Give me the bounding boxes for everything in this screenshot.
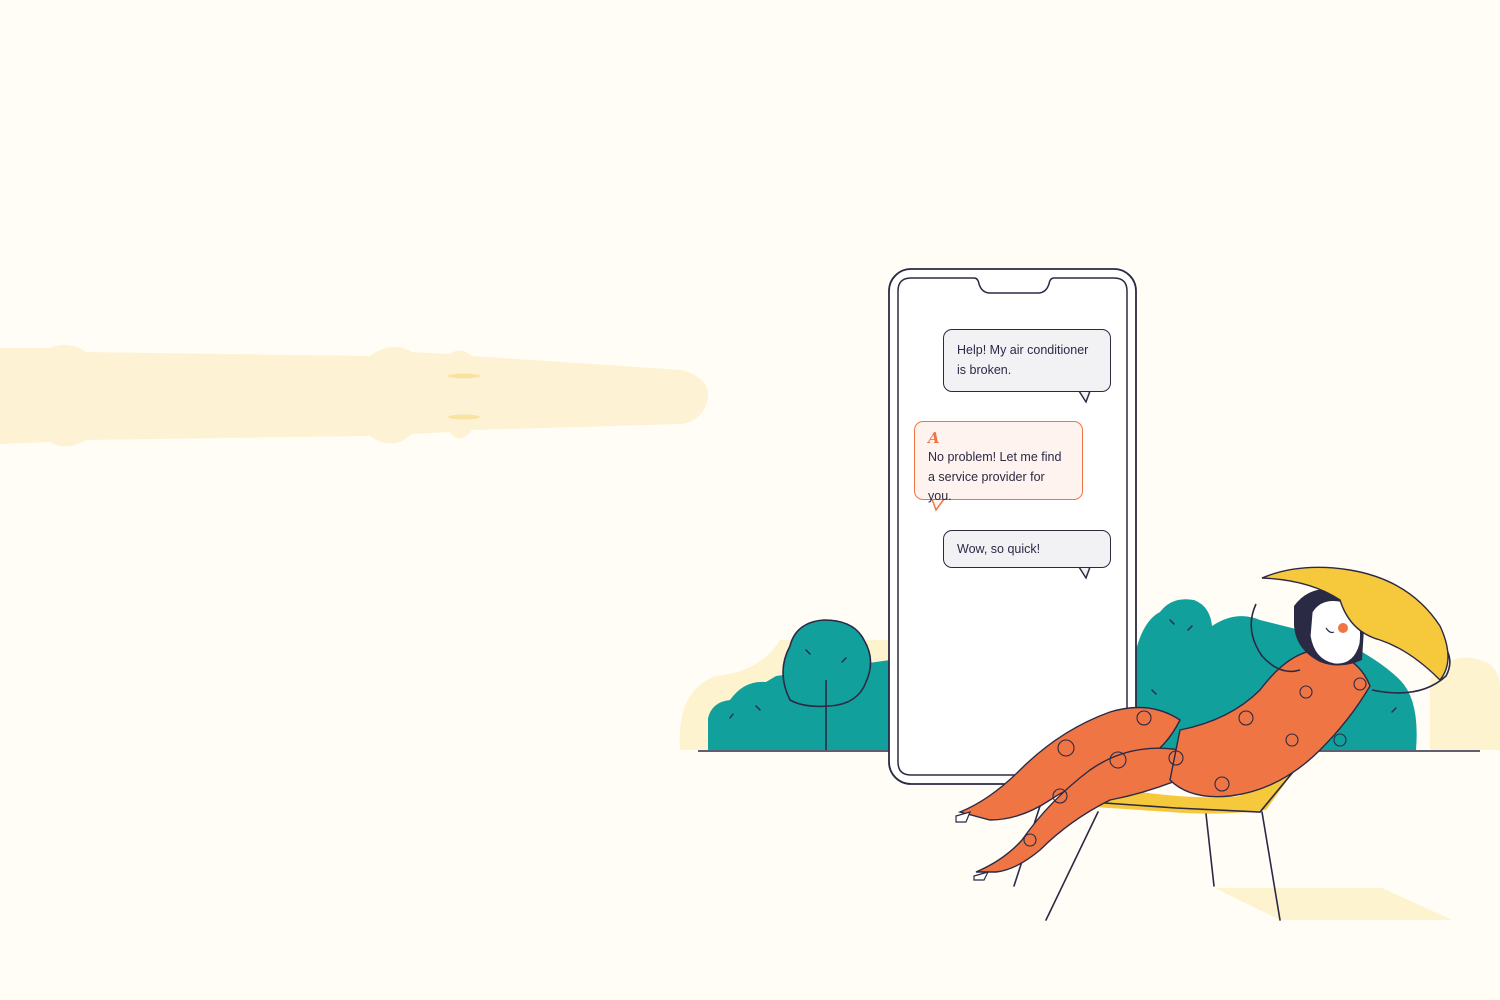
illustration-scene [0,268,1500,921]
chat-message-text: Wow, so quick! [957,542,1041,556]
chat-message-text: No problem! Let me find a service provid… [928,450,1062,503]
chat-bubble-user: Wow, so quick! [943,530,1111,568]
assistant-brand-icon: A [928,429,940,447]
background-plane-shape [0,344,709,447]
chat-bubble-user: Help! My air conditioner is broken. [943,329,1111,392]
chat-bubble-assistant: A No problem! Let me find a service prov… [914,421,1083,503]
chat-message-text: Help! My air conditioner is broken. [957,343,1089,377]
